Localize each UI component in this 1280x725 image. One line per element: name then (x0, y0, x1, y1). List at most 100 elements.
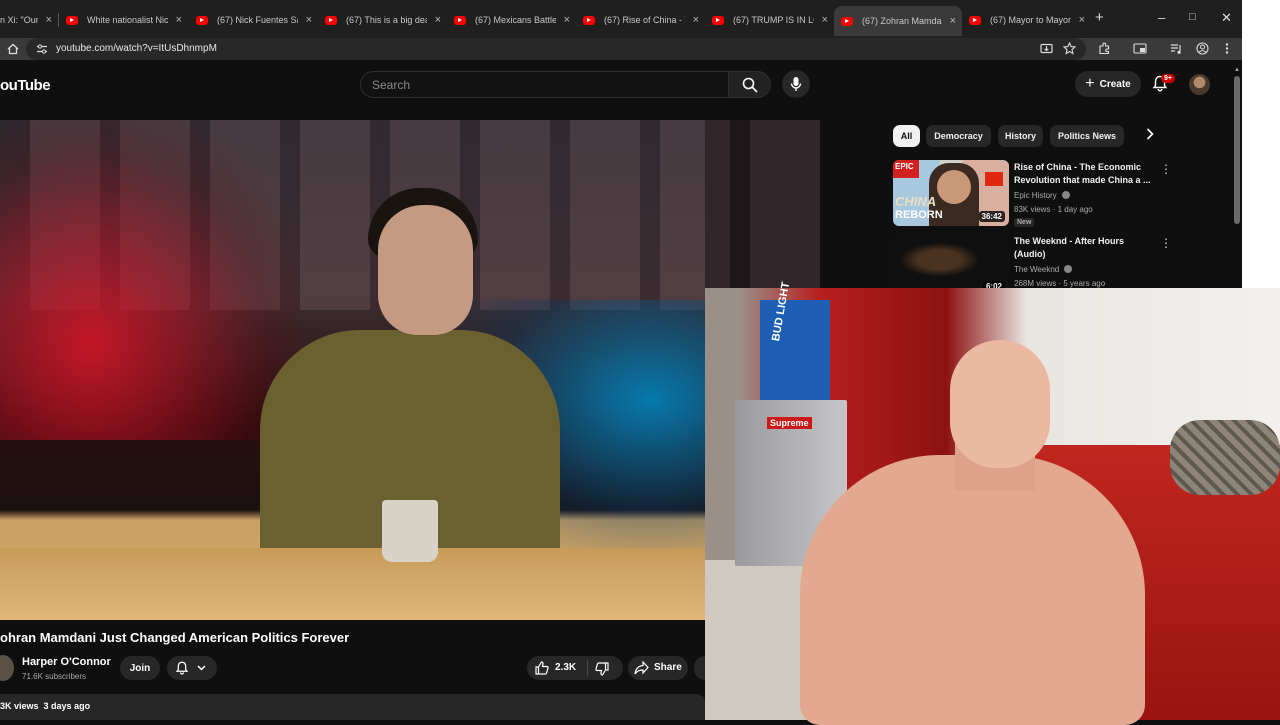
sticker-label: Supreme (767, 417, 812, 429)
chevron-right-icon[interactable] (1146, 128, 1154, 140)
youtube-favicon-icon (325, 15, 337, 25)
recommended-thumbnail[interactable]: EPIC CHINA REBORN 36:42 (893, 160, 1009, 226)
bell-icon (175, 661, 189, 675)
like-divider (587, 660, 588, 676)
tab-7-active[interactable]: (67) Zohran Mamdani × (834, 6, 962, 36)
tab-separator (58, 13, 59, 27)
youtube-favicon-icon (196, 15, 208, 25)
share-label: Share (654, 662, 682, 673)
subscription-bell-button[interactable] (167, 656, 217, 680)
tab-close-icon[interactable]: × (1079, 14, 1085, 26)
upload-age: 5 years ago (1063, 279, 1106, 288)
bookmark-star-icon[interactable] (1063, 42, 1076, 55)
tab-title: (67) This is a big deal (346, 15, 427, 25)
browser-menu-icon[interactable] (1224, 42, 1230, 55)
channel-name[interactable]: Harper O'Connor (22, 656, 111, 668)
video-frame-table (0, 548, 705, 620)
tab-title: (67) Rise of China - Th (604, 15, 685, 25)
recommended-title[interactable]: The Weeknd - After Hours (Audio) (1014, 235, 1154, 261)
tab-6[interactable]: (67) TRUMP IS IN LOVE × (712, 8, 828, 32)
channel-name: Epic History (1014, 191, 1057, 200)
tab-close-icon[interactable]: × (435, 14, 441, 26)
user-avatar[interactable] (1189, 74, 1210, 95)
tab-title: (67) Nick Fuentes Says (217, 15, 298, 25)
recommended-channel[interactable]: Epic History (1014, 191, 1070, 200)
video-duration: 36:42 (978, 211, 1005, 222)
tab-title: White nationalist Nick (87, 15, 168, 25)
tab-5[interactable]: (67) Rise of China - Th × (583, 8, 699, 32)
tab-close-icon[interactable]: × (693, 14, 699, 26)
scroll-up-icon[interactable]: ▲ (1234, 67, 1240, 73)
recommended-thumbnail[interactable]: 6:02 (893, 235, 1009, 290)
voice-search-button[interactable] (782, 70, 810, 98)
tab-4[interactable]: (67) Mexicans Battle P × (454, 8, 570, 32)
chip-all[interactable]: All (893, 125, 920, 147)
more-options-icon[interactable]: ⋮ (1160, 236, 1172, 250)
maximize-button[interactable]: □ (1189, 11, 1196, 23)
recommended-meta: 268M views · 5 years ago (1014, 279, 1106, 288)
site-info-icon[interactable] (36, 43, 48, 55)
chevron-down-icon (197, 665, 206, 671)
view-count: 268M views (1014, 279, 1057, 288)
tab-close-icon[interactable]: × (46, 14, 52, 26)
view-count-and-date: 3K views 3 days ago (0, 701, 90, 711)
tab-0[interactable]: n Xi: "Our × (0, 8, 52, 32)
extensions-icon[interactable] (1098, 42, 1111, 55)
channel-avatar[interactable] (0, 655, 14, 681)
view-count: 83K views (1014, 205, 1051, 214)
video-frame-presenter-face (378, 205, 473, 335)
tab-close-icon[interactable]: × (950, 15, 956, 27)
profile-icon[interactable] (1196, 42, 1209, 55)
join-button[interactable]: Join (120, 656, 160, 680)
subscriber-count: 71.6K subscribers (22, 672, 87, 681)
thumbnail-text: REBORN (895, 209, 943, 221)
tab-title: n Xi: "Our (0, 15, 38, 25)
tab-2[interactable]: (67) Nick Fuentes Says × (196, 8, 312, 32)
like-icon[interactable] (535, 661, 549, 675)
scrollbar-thumb[interactable] (1234, 76, 1240, 224)
new-tab-button[interactable]: + (1095, 9, 1104, 26)
search-input[interactable]: Search (360, 71, 728, 98)
tab-close-icon[interactable]: × (176, 14, 182, 26)
tab-close-icon[interactable]: × (306, 14, 312, 26)
thumbnail-text: CHINA (895, 194, 937, 209)
tab-1[interactable]: White nationalist Nick × (66, 8, 182, 32)
more-options-icon[interactable]: ⋮ (1160, 162, 1172, 176)
share-icon (634, 661, 649, 675)
minimize-button[interactable]: – (1158, 10, 1165, 25)
recommended-title[interactable]: Rise of China - The Economic Revolution … (1014, 161, 1154, 187)
upload-age: 3 days ago (43, 701, 91, 711)
description-box[interactable] (0, 694, 705, 720)
chip-politics-news[interactable]: Politics News (1050, 125, 1124, 147)
webcam-person-body (800, 455, 1145, 725)
tab-close-icon[interactable]: × (564, 14, 570, 26)
tab-close-icon[interactable]: × (822, 14, 828, 26)
video-frame-mug (382, 500, 438, 562)
search-button[interactable] (728, 71, 771, 98)
channel-name: The Weeknd (1014, 265, 1060, 274)
chip-history[interactable]: History (998, 125, 1043, 147)
tab-8[interactable]: (67) Mayor to Mayor × (969, 8, 1085, 32)
dislike-icon[interactable] (595, 662, 609, 676)
more-actions-button[interactable] (694, 656, 705, 680)
recommended-meta: 83K views · 1 day ago (1014, 205, 1093, 214)
tab-3[interactable]: (67) This is a big deal × (325, 8, 441, 32)
new-badge: New (1014, 218, 1035, 227)
create-button[interactable]: + Create (1075, 71, 1141, 97)
recommended-channel[interactable]: The Weeknd (1014, 265, 1073, 274)
media-controls-icon[interactable] (1170, 43, 1183, 55)
side-panel-icon[interactable] (1133, 43, 1147, 55)
close-window-button[interactable]: ✕ (1221, 10, 1232, 26)
create-label: Create (1099, 78, 1131, 90)
view-count: 3K views (0, 701, 39, 711)
youtube-logo[interactable]: ouTube (0, 77, 51, 94)
webcam-pillow (1170, 420, 1280, 495)
verified-icon (1061, 191, 1070, 199)
home-icon[interactable] (7, 43, 19, 55)
install-app-icon[interactable] (1040, 43, 1053, 55)
like-count[interactable]: 2.3K (555, 662, 576, 673)
url-text[interactable]: youtube.com/watch?v=ItUsDhnmpM (56, 43, 217, 54)
youtube-favicon-icon (66, 15, 78, 25)
video-title: ohran Mamdani Just Changed American Poli… (0, 630, 350, 645)
chip-democracy[interactable]: Democracy (926, 125, 991, 147)
